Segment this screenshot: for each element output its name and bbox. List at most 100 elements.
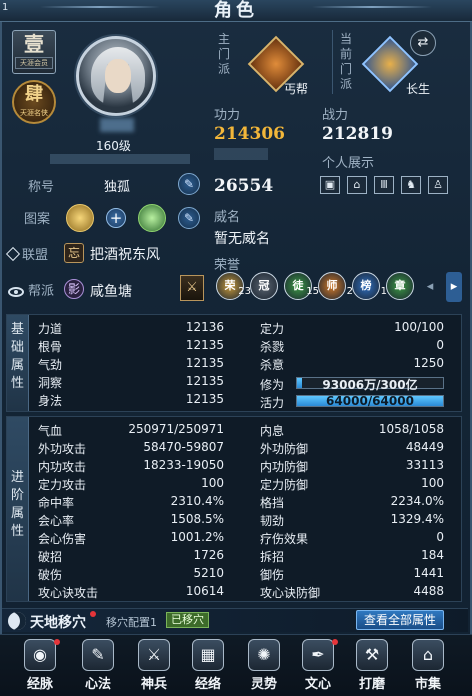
alliance-row[interactable]: 联盟 — [5, 244, 49, 263]
honor-badge-1[interactable]: 荣 23 — [216, 272, 251, 300]
honor-badge-3[interactable]: 徒 15 — [284, 272, 319, 300]
vip-badge[interactable]: 壹 天涯会员 — [12, 30, 56, 74]
relocate-config[interactable]: 移穴配置1 — [106, 614, 157, 630]
attr-value: 12136 — [185, 320, 224, 334]
house-icon[interactable]: ⌂ — [347, 176, 367, 194]
pattern-emblem-green[interactable] — [138, 204, 166, 232]
faction-row[interactable]: 帮派 — [8, 280, 54, 299]
redacted-bar — [214, 148, 268, 160]
tool-xinfa[interactable]: ✎ 心法 — [70, 639, 126, 695]
title-bar: 1 角色 — [0, 0, 472, 22]
honor-badge-6[interactable]: 章 — [386, 272, 414, 300]
attr-value: 2234.0% — [390, 494, 444, 508]
attr-value: 100 — [201, 476, 224, 490]
honor-prev-icon[interactable]: ◂ — [422, 272, 438, 302]
attr-name: 破招 — [38, 550, 63, 564]
tool-jingluo[interactable]: ▦ 经络 — [180, 639, 236, 695]
avatar-face — [105, 59, 131, 93]
xiuwei-label: 修为 — [260, 378, 285, 392]
alliance-label: 联盟 — [22, 248, 49, 263]
rank-badge-text: 天涯名侠 — [20, 109, 48, 117]
attr-value: 2310.4% — [170, 494, 224, 508]
relocate-alert-dot — [90, 611, 96, 617]
attr-name: 命中率 — [38, 496, 75, 510]
honor-badge-5[interactable]: 榜1 — [352, 272, 387, 300]
vip-badge-text: 天涯会员 — [15, 57, 53, 69]
attr-value: 12135 — [185, 392, 224, 406]
rank-badge[interactable]: 肆 天涯名侠 — [12, 80, 56, 124]
weapon-icon: ⚔ — [138, 639, 170, 671]
attr-value: 12135 — [185, 356, 224, 370]
sect-divider — [332, 30, 333, 94]
attr-name: 气劲 — [38, 358, 63, 372]
attr-value: 18233-19050 — [143, 458, 224, 472]
faction-emblem-icon[interactable]: ⚔ — [180, 275, 204, 301]
honor-badge-4[interactable]: 师2 — [318, 272, 353, 300]
attr-value: 1058/1058 — [378, 422, 444, 436]
player-name-redacted — [100, 118, 134, 132]
attr-value: 12135 — [185, 338, 224, 352]
tool-shiji[interactable]: ⌂ 市集 — [400, 639, 456, 695]
attr-name: 定力攻击 — [38, 478, 87, 492]
view-all-attributes-button[interactable]: 查看全部属性 — [356, 610, 444, 630]
faction-name[interactable]: 咸鱼塘 — [90, 281, 132, 301]
relocate-title[interactable]: 天地移穴 — [30, 612, 86, 632]
gongli-value: 214306 — [214, 124, 285, 144]
scroll-icon: ✎ — [82, 639, 114, 671]
attr-name: 杀意 — [260, 358, 285, 372]
pattern-row-label: 图案 — [24, 212, 51, 227]
mount-icon[interactable]: ♞ — [401, 176, 421, 194]
jingmai-alert-dot — [54, 639, 60, 645]
attr-name: 外功防御 — [260, 442, 309, 456]
zhanli-value: 212819 — [322, 124, 393, 144]
meridian-icon: ◉ — [24, 639, 56, 671]
attr-name: 破伤 — [38, 568, 63, 582]
alliance-name[interactable]: 把酒祝东风 — [90, 244, 160, 264]
window-title: 角色 — [214, 0, 258, 21]
main-sect-label: 主门派 — [217, 32, 230, 76]
tool-jingmai[interactable]: ◉ 经脉 — [12, 639, 68, 695]
attr-name: 疗伤效果 — [260, 532, 309, 546]
attr-name: 杀戮 — [260, 340, 285, 354]
honor-row: 荣 23 冠 徒 15 师2 榜1 章 ◂ ▸ — [214, 272, 468, 306]
tool-wenxin[interactable]: ✒ 文心 — [290, 639, 346, 695]
title-row: 称号 独孤 — [28, 176, 130, 195]
edit-pattern-pen-icon[interactable]: ✎ — [178, 207, 200, 229]
huoli-bar-text: 64000/64000 — [326, 394, 414, 408]
avatar[interactable] — [76, 36, 156, 116]
faction-seal: 影 — [64, 279, 84, 299]
honor-next-icon[interactable]: ▸ — [446, 272, 462, 302]
attr-value: 1508.5% — [170, 512, 224, 526]
faction-label: 帮派 — [28, 284, 55, 299]
huoli-label: 活力 — [260, 396, 285, 410]
advanced-attributes-side-label: 进阶属性 — [7, 417, 29, 601]
attr-value: 1726 — [193, 548, 224, 562]
pattern-emblem-gold[interactable] — [66, 204, 94, 232]
brush-icon: ✒ — [302, 639, 334, 671]
tool-damo[interactable]: ⚒ 打磨 — [344, 639, 400, 695]
current-sect-name: 长生 — [406, 82, 431, 96]
attr-value: 100 — [421, 476, 444, 490]
attr-name: 根骨 — [38, 340, 63, 354]
tool-lingshi[interactable]: ✺ 灵势 — [236, 639, 292, 695]
moon-icon — [8, 612, 26, 630]
attr-name: 御伤 — [260, 568, 285, 582]
attr-name: 攻心诀攻击 — [38, 586, 99, 600]
xiuwei-bar-text: 93006万/300亿 — [322, 378, 418, 392]
attr-name: 拆招 — [260, 550, 285, 564]
swap-sect-icon[interactable]: ⇄ — [410, 30, 436, 56]
xiuwei-bar: 93006万/300亿 — [296, 377, 444, 392]
outfit-icon[interactable]: ♙ — [428, 176, 448, 194]
attr-name: 内功攻击 — [38, 460, 87, 474]
bottom-toolbar: ◉ 经脉 ✎ 心法 ⚔ 神兵 ▦ 经络 ✺ 灵势 ✒ 文心 ⚒ 打磨 ⌂ 市集 — [0, 634, 472, 696]
add-pattern-button[interactable]: + — [106, 208, 126, 228]
honor-badge-2[interactable]: 冠 — [250, 272, 278, 300]
profile-card-icon[interactable]: ▣ — [320, 176, 340, 194]
tool-shenbing[interactable]: ⚔ 神兵 — [126, 639, 182, 695]
extra-stat-value: 26554 — [214, 176, 274, 196]
edit-title-pen-icon[interactable]: ✎ — [178, 173, 200, 195]
attr-value: 48449 — [405, 440, 444, 454]
building-icon[interactable]: Ⅲ — [374, 176, 394, 194]
market-icon: ⌂ — [412, 639, 444, 671]
attr-name: 身法 — [38, 394, 63, 408]
